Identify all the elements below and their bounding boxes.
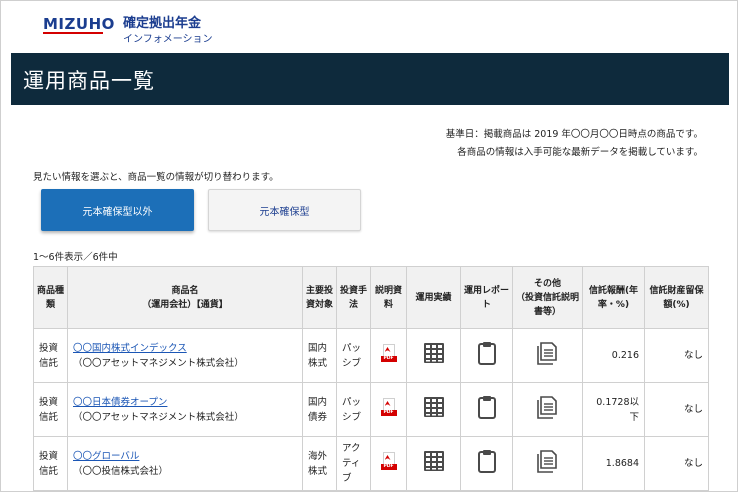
report-link[interactable] xyxy=(460,436,513,491)
investment-method: パッシブ xyxy=(336,328,371,383)
page-banner: 運用商品一覧 xyxy=(11,53,729,105)
site-title: 確定拠出年金 xyxy=(123,16,202,31)
product-link[interactable]: 〇〇日本債券オープン xyxy=(73,397,167,408)
product-name-cell: 〇〇国内株式インデックス （〇〇アセットマネジメント株式会社） xyxy=(67,328,303,383)
header-target: 主要投資対象 xyxy=(302,266,337,329)
clipboard-icon xyxy=(477,396,496,419)
investment-target: 国内債券 xyxy=(302,382,337,437)
site-header: MIZUHO 確定拠出年金 インフォメーション xyxy=(1,1,737,53)
mizuho-logo[interactable]: MIZUHO xyxy=(43,15,115,33)
logo-underline xyxy=(43,32,103,34)
header-method: 投資手法 xyxy=(336,266,371,329)
table-header-row: 商品種類 商品名 （運用会社）【通貨】 主要投資対象 投資手法 説明資料 運用実績… xyxy=(33,266,709,329)
docs-pdf-link[interactable]: PDF xyxy=(370,436,407,491)
table-grid-icon xyxy=(423,451,444,471)
reserve-amount: なし xyxy=(644,328,709,383)
site-subtitle: インフォメーション xyxy=(123,34,213,45)
header-report: 運用レポート xyxy=(460,266,513,329)
non-principal-guaranteed-button[interactable]: 元本確保型以外 xyxy=(41,189,194,231)
company-name: （〇〇アセットマネジメント株式会社） xyxy=(73,411,244,423)
product-link[interactable]: 〇〇国内株式インデックス xyxy=(73,343,187,354)
header-docs: 説明資料 xyxy=(370,266,407,329)
investment-target: 海外株式 xyxy=(302,436,337,491)
header-fee: 信託報酬(年率・%) xyxy=(582,266,645,329)
reserve-amount: なし xyxy=(644,382,709,437)
product-link[interactable]: 〇〇グローバル xyxy=(73,451,139,462)
product-kind: 投資信託 xyxy=(33,328,68,383)
page-frame: MIZUHO 確定拠出年金 インフォメーション 運用商品一覧 基準日：掲載商品は… xyxy=(0,0,738,492)
other-docs-link[interactable] xyxy=(512,382,583,437)
company-name: （〇〇アセットマネジメント株式会社） xyxy=(73,357,244,369)
documents-icon xyxy=(536,396,557,419)
report-link[interactable] xyxy=(460,328,513,383)
table-grid-icon xyxy=(423,343,444,363)
report-link[interactable] xyxy=(460,382,513,437)
performance-link[interactable] xyxy=(406,382,461,437)
table-grid-icon xyxy=(423,397,444,417)
investment-target: 国内株式 xyxy=(302,328,337,383)
result-count: 1～6件表示／6件中 xyxy=(33,252,118,263)
header-performance: 運用実績 xyxy=(406,266,461,329)
page-title: 運用商品一覧 xyxy=(23,69,155,93)
pdf-icon: PDF xyxy=(380,398,397,416)
other-docs-link[interactable] xyxy=(512,328,583,383)
pdf-icon: PDF xyxy=(380,344,397,362)
performance-link[interactable] xyxy=(406,436,461,491)
principal-guaranteed-button[interactable]: 元本確保型 xyxy=(208,189,361,231)
product-kind: 投資信託 xyxy=(33,382,68,437)
performance-link[interactable] xyxy=(406,328,461,383)
trust-fee: 0.216 xyxy=(582,328,645,383)
switch-hint: 見たい情報を選ぶと、商品一覧の情報が切り替わります。 xyxy=(33,172,279,183)
documents-icon xyxy=(536,450,557,473)
investment-method: パッシブ xyxy=(336,382,371,437)
trust-fee: 1.8684 xyxy=(582,436,645,491)
clipboard-icon xyxy=(477,342,496,365)
product-kind: 投資信託 xyxy=(33,436,68,491)
header-other: その他 （投資信託説明書等） xyxy=(512,266,583,329)
clipboard-icon xyxy=(477,450,496,473)
product-table: 商品種類 商品名 （運用会社）【通貨】 主要投資対象 投資手法 説明資料 運用実績… xyxy=(33,266,709,491)
product-name-cell: 〇〇グローバル （〇〇投信株式会社） xyxy=(67,436,303,491)
data-note: 各商品の情報は入手可能な最新データを掲載しています。 xyxy=(457,147,703,158)
trust-fee: 0.1728以下 xyxy=(582,382,645,437)
header-kind: 商品種類 xyxy=(33,266,68,329)
docs-pdf-link[interactable]: PDF xyxy=(370,328,407,383)
investment-method: アクティブ xyxy=(336,436,371,491)
table-row: 投資信託 〇〇グローバル （〇〇投信株式会社） 海外株式 アクティブ PDF 1… xyxy=(33,436,709,491)
company-name: （〇〇投信株式会社） xyxy=(73,465,169,477)
header-name: 商品名 （運用会社）【通貨】 xyxy=(67,266,303,329)
other-docs-link[interactable] xyxy=(512,436,583,491)
table-row: 投資信託 〇〇国内株式インデックス （〇〇アセットマネジメント株式会社） 国内株… xyxy=(33,328,709,383)
product-name-cell: 〇〇日本債券オープン （〇〇アセットマネジメント株式会社） xyxy=(67,382,303,437)
reserve-amount: なし xyxy=(644,436,709,491)
pdf-icon: PDF xyxy=(380,452,397,470)
reference-date-note: 基準日：掲載商品は 2019 年〇〇月〇〇日時点の商品です。 xyxy=(445,129,703,140)
table-row: 投資信託 〇〇日本債券オープン （〇〇アセットマネジメント株式会社） 国内債券 … xyxy=(33,382,709,437)
documents-icon xyxy=(536,342,557,365)
header-reserve: 信託財産留保額(%) xyxy=(644,266,709,329)
docs-pdf-link[interactable]: PDF xyxy=(370,382,407,437)
